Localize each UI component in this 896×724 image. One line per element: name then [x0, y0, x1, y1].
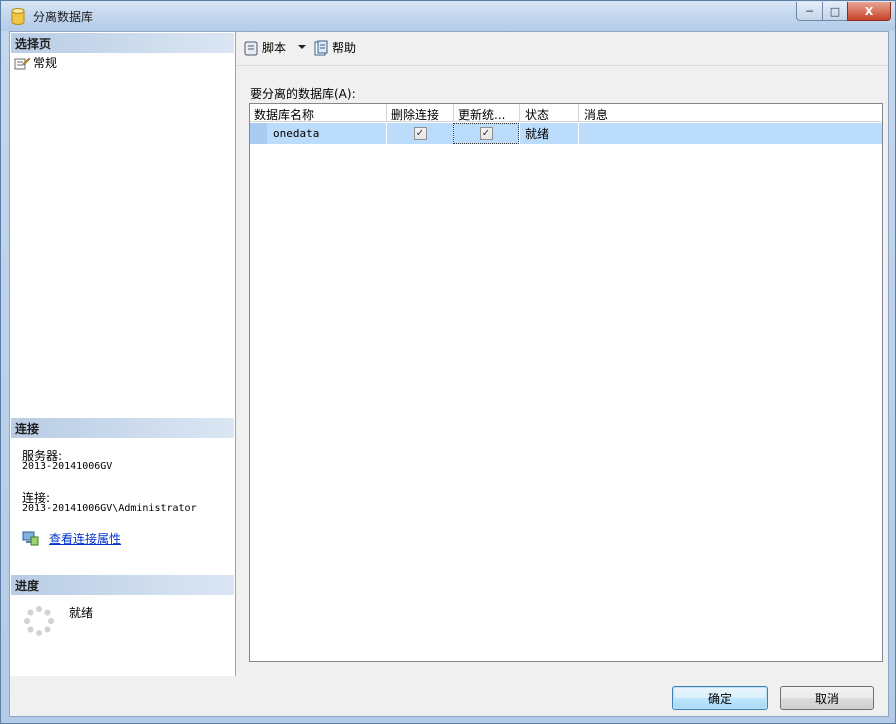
page-item-general[interactable]: 常规 — [14, 54, 57, 71]
cell-update-stats[interactable]: ✓ — [453, 123, 519, 144]
script-dropdown-arrow-icon[interactable] — [298, 45, 306, 49]
page-general-icon — [14, 57, 30, 69]
databases-grid[interactable]: 数据库名称 删除连接 更新统... 状态 消息 onedata ✓ ✓ 就绪 — [249, 103, 883, 662]
connection-header: 连接 — [11, 418, 234, 438]
table-row[interactable]: onedata ✓ ✓ 就绪 — [250, 123, 882, 144]
minimize-button[interactable]: ─ — [796, 2, 823, 21]
window-title: 分离数据库 — [33, 10, 94, 24]
col-header-database-name[interactable]: 数据库名称 — [254, 106, 384, 123]
row-selector[interactable] — [250, 123, 267, 144]
col-header-message[interactable]: 消息 — [584, 106, 784, 123]
left-pane: 选择页 常规 连接 服务器: 2013-20141006GV 连接: 2013-… — [10, 32, 236, 676]
grid-header: 数据库名称 删除连接 更新统... 状态 消息 — [250, 104, 882, 122]
page-item-label: 常规 — [33, 56, 58, 70]
view-connection-properties-link[interactable]: 查看连接属性 — [49, 530, 121, 547]
title-bar[interactable]: 分离数据库 ─ □ X — [1, 1, 895, 31]
script-label: 脚本 — [262, 41, 287, 55]
connection-properties-icon — [22, 531, 39, 546]
close-button[interactable]: X — [847, 2, 891, 21]
col-header-status[interactable]: 状态 — [525, 106, 577, 123]
toolbar: 脚本 帮助 — [236, 32, 888, 66]
connection-value: 2013-20141006GV\Administrator — [22, 503, 197, 514]
database-icon — [11, 8, 25, 25]
update-stats-checkbox[interactable]: ✓ — [479, 127, 493, 140]
ok-button[interactable]: 确定 — [672, 686, 768, 710]
detach-database-window: 分离数据库 ─ □ X 选择页 常规 连接 服务器: 2013-20141006… — [0, 0, 896, 724]
help-label: 帮助 — [332, 41, 357, 55]
script-icon — [244, 41, 258, 55]
col-header-update-stats[interactable]: 更新统... — [458, 106, 518, 123]
script-button[interactable]: 脚本 — [243, 39, 286, 56]
drop-connections-checkbox[interactable]: ✓ — [413, 127, 427, 140]
cancel-button[interactable]: 取消 — [780, 686, 874, 710]
help-icon — [314, 40, 328, 55]
help-button[interactable]: 帮助 — [313, 39, 356, 56]
dialog-client-area: 选择页 常规 连接 服务器: 2013-20141006GV 连接: 2013-… — [9, 31, 889, 717]
cell-status: 就绪 — [525, 127, 550, 141]
server-value: 2013-20141006GV — [22, 461, 113, 472]
progress-status: 就绪 — [69, 606, 94, 620]
col-header-drop-connections[interactable]: 删除连接 — [391, 106, 453, 123]
cell-message — [584, 123, 874, 144]
maximize-button[interactable]: □ — [822, 2, 848, 21]
cell-database-name[interactable]: onedata — [273, 123, 383, 144]
progress-spinner-icon — [24, 606, 54, 636]
select-page-header: 选择页 — [11, 33, 234, 53]
databases-to-detach-label: 要分离的数据库(A): — [250, 87, 356, 101]
progress-header: 进度 — [11, 575, 234, 595]
cell-drop-connections[interactable]: ✓ — [387, 123, 453, 144]
view-connection-properties[interactable]: 查看连接属性 — [22, 530, 121, 547]
